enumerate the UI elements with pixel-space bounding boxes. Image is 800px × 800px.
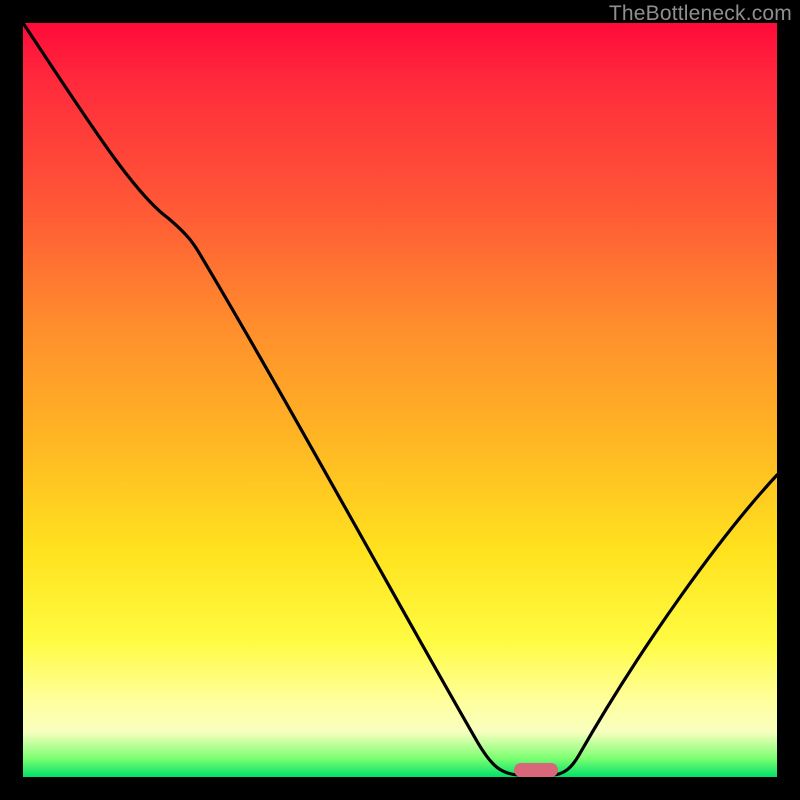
curve-path [23, 23, 777, 775]
chart-frame: TheBottleneck.com [0, 0, 800, 800]
bottleneck-curve [23, 23, 777, 777]
optimal-marker [514, 763, 558, 777]
plot-area [23, 23, 777, 777]
